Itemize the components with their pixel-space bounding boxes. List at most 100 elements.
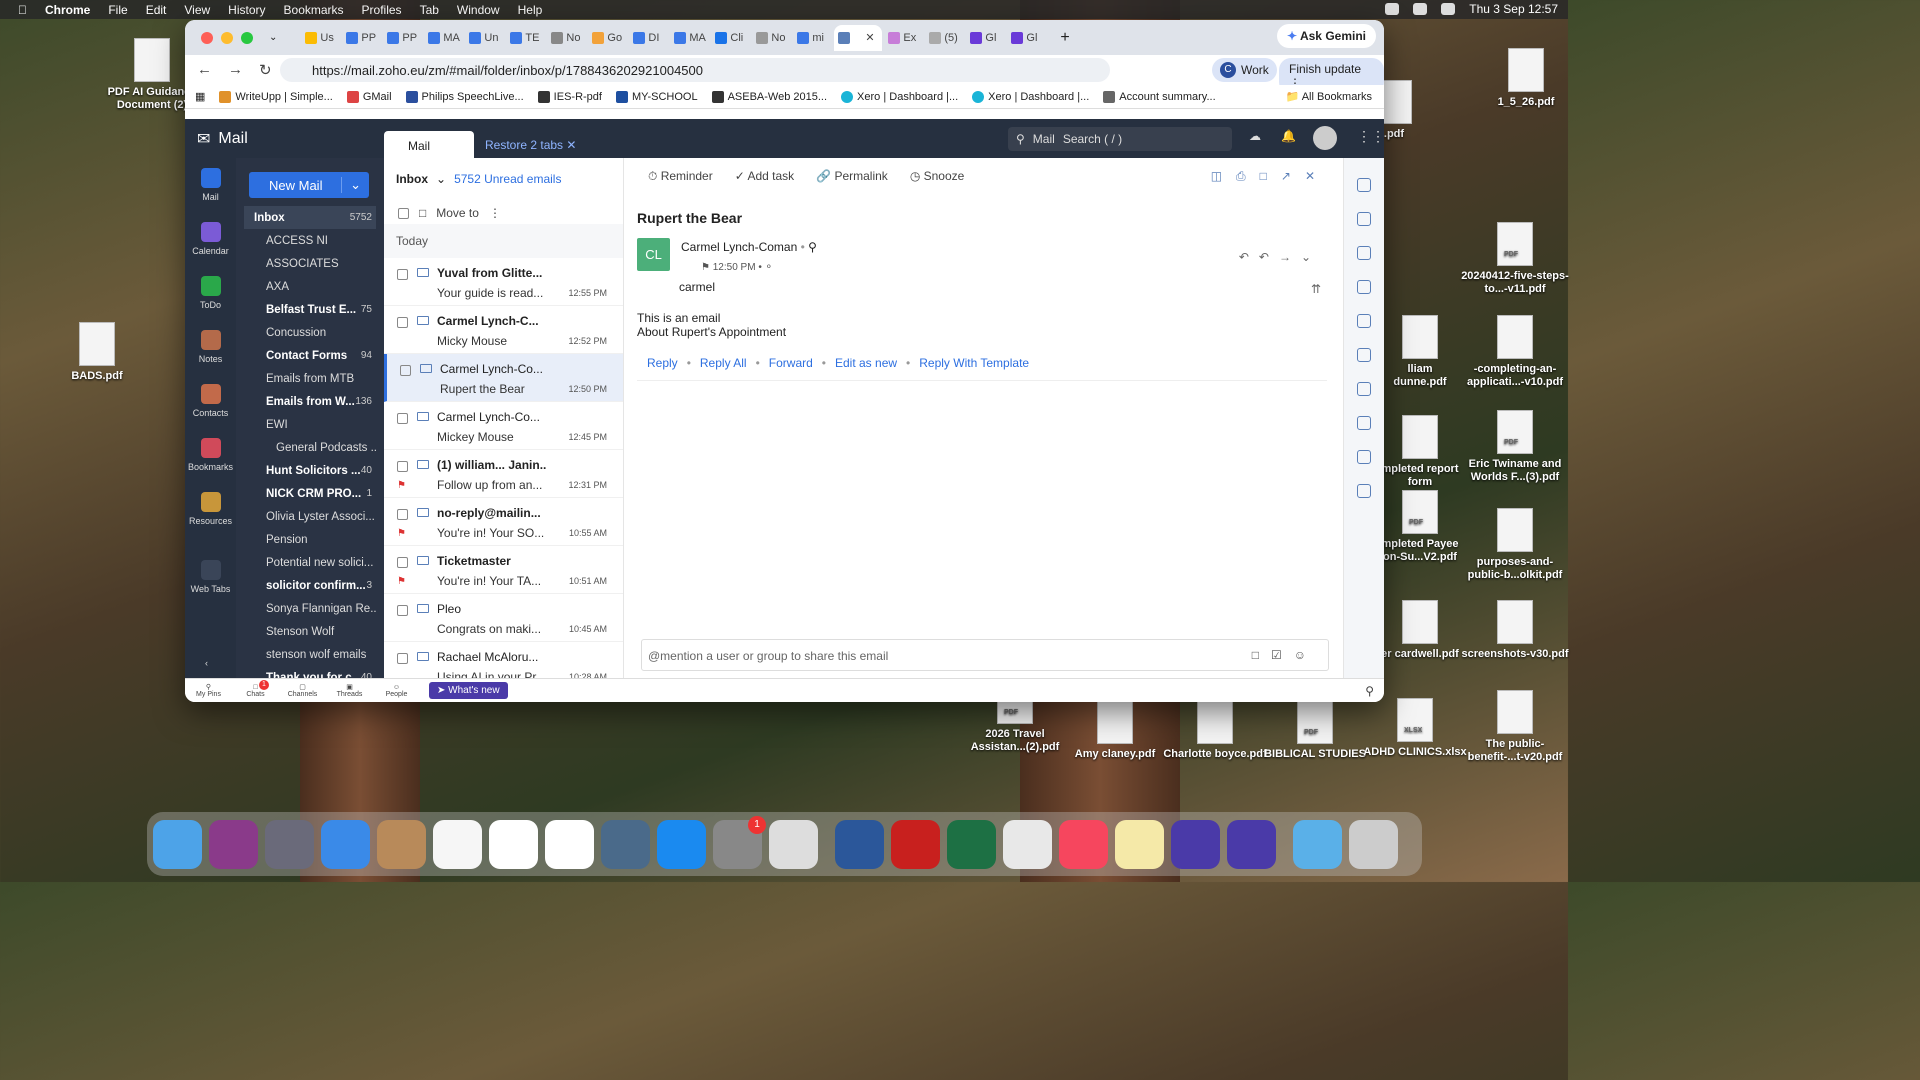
folder-item[interactable]: ACCESS NI	[244, 229, 376, 252]
list-item[interactable]: ⚑ (1) william... Janin... Follow up from a…	[384, 450, 623, 498]
chrome-icon[interactable]	[1003, 819, 1052, 869]
folder-item[interactable]: Contact Forms 94	[244, 344, 376, 367]
menu-edit[interactable]: Edit	[146, 3, 167, 17]
ask-gemini-button[interactable]: ✦ Ask Gemini	[1277, 24, 1376, 48]
menu-profiles[interactable]: Profiles	[362, 3, 402, 17]
address-bar[interactable]: https://mail.zoho.eu/zm/#mail/folder/inb…	[280, 58, 1110, 82]
app-grid-icon[interactable]: ⋮⋮⋮	[1357, 128, 1384, 145]
excel-icon[interactable]	[947, 819, 996, 869]
edit-as-new-link[interactable]: Edit as new	[835, 356, 897, 370]
desktop-file[interactable]: Amy claney.pdf	[1060, 700, 1170, 761]
music-icon[interactable]	[1059, 819, 1108, 869]
preview-icon[interactable]	[601, 819, 650, 869]
rail-notes[interactable]: Notes	[185, 330, 236, 374]
extension-icon[interactable]	[1357, 212, 1371, 226]
snooze-button[interactable]: ◷ Snooze	[910, 169, 965, 183]
search-icon[interactable]: ⚲	[808, 240, 817, 254]
launchpad-icon[interactable]	[265, 819, 314, 869]
permalink-button[interactable]: 🔗 Permalink	[816, 169, 888, 183]
desktop-file[interactable]: PDF BIBLICAL STUDIES	[1260, 700, 1370, 761]
browser-tab[interactable]: Go	[588, 25, 627, 51]
maximize-window-button[interactable]	[241, 31, 253, 44]
list-item[interactable]: Carmel Lynch-C... Micky Mouse 12:52 PM	[384, 306, 623, 354]
tab-mail[interactable]: Mail	[384, 131, 474, 158]
mention-input[interactable]: @mention a user or group to share this e…	[641, 639, 1329, 671]
rail-resources[interactable]: Resources	[185, 492, 236, 536]
bookmark-item[interactable]: Philips SpeechLive...	[405, 90, 524, 103]
list-item[interactable]: Rachael McAloru... Using AI in your Pr...…	[384, 642, 623, 678]
flag-icon[interactable]: ⚑	[701, 262, 710, 273]
collapse-icon[interactable]: ‹	[205, 658, 208, 668]
browser-tab[interactable]: Gl	[966, 25, 1005, 51]
new-mail-button[interactable]: New Mail ⌄	[249, 172, 369, 198]
chevron-down-icon[interactable]: ⌄	[436, 172, 446, 188]
avatar[interactable]	[1313, 126, 1337, 150]
close-tab-icon[interactable]: ✕	[865, 31, 874, 44]
siri-icon[interactable]	[209, 819, 258, 869]
menu-app-name[interactable]: Chrome	[45, 3, 90, 17]
profile-button[interactable]: C Work	[1212, 58, 1277, 82]
browser-tab[interactable]: Un	[465, 25, 504, 51]
word-icon[interactable]	[835, 819, 884, 869]
folder-item[interactable]: AXA	[244, 275, 376, 298]
app-icon[interactable]	[1115, 819, 1164, 869]
apps-grid-icon[interactable]: ▦	[195, 90, 205, 103]
app-icon[interactable]	[545, 819, 594, 869]
bookmark-item[interactable]: Xero | Dashboard |...	[972, 90, 1089, 103]
select-all-checkbox[interactable]	[398, 207, 409, 219]
folder-item[interactable]: Emails from MTB	[244, 367, 376, 390]
browser-tab[interactable]: Cli	[711, 25, 750, 51]
share-icon[interactable]: ⇈	[1311, 282, 1321, 296]
row-checkbox[interactable]	[397, 605, 408, 616]
sender-avatar[interactable]: CL	[637, 238, 670, 271]
bookmark-item[interactable]: GMail	[346, 90, 392, 103]
rail-contacts[interactable]: Contacts	[185, 384, 236, 428]
notes-icon[interactable]	[1357, 382, 1371, 396]
widget-icon[interactable]	[1357, 280, 1371, 294]
move-to-button[interactable]: Move to	[436, 206, 479, 220]
list-item[interactable]: Carmel Lynch-Co... Mickey Mouse 12:45 PM	[384, 402, 623, 450]
rail-mail[interactable]: Mail	[185, 168, 236, 212]
desktop-file[interactable]: The public-benefit-...t-v20.pdf	[1460, 690, 1570, 764]
list-item[interactable]: ⚑ Ticketmaster You're in! Your TA... 10:51 …	[384, 546, 623, 594]
my-pins-button[interactable]: ⚲ My Pins	[185, 683, 232, 698]
zoho-mail-logo[interactable]: ✉ Mail	[197, 129, 248, 149]
folder-item[interactable]: Sonya Flannigan Re...	[244, 597, 376, 620]
freeform-icon[interactable]	[489, 819, 538, 869]
menu-view[interactable]: View	[184, 3, 210, 17]
wifi-icon[interactable]	[1413, 3, 1428, 15]
contacts-icon[interactable]	[377, 819, 426, 869]
browser-tab[interactable]: Gl	[1007, 25, 1046, 51]
apple-icon[interactable]: 	[18, 3, 27, 17]
bookmark-item[interactable]: ASEBA-Web 2015...	[711, 90, 827, 103]
cloud-sync-icon[interactable]: ☁	[1249, 129, 1261, 143]
desktop-file[interactable]: lliam dunne.pdf	[1380, 315, 1460, 389]
browser-tab[interactable]: Ex	[884, 25, 923, 51]
folder-item[interactable]: ASSOCIATES	[244, 252, 376, 275]
folder-item[interactable]: NICK CRM PRO... 1	[244, 482, 376, 505]
menubar-clock[interactable]: Thu 3 Sep 12:57	[1469, 2, 1558, 16]
desktop-file[interactable]: er cardwell.pdf	[1380, 600, 1460, 661]
grammarly-icon[interactable]	[1171, 819, 1220, 869]
unread-count-link[interactable]: 5752 Unread emails	[454, 172, 561, 188]
sender-name[interactable]: Carmel Lynch-Coman • ⚲	[681, 240, 817, 254]
desktop-file[interactable]: screenshots-v30.pdf	[1460, 600, 1570, 661]
trash-icon[interactable]	[1349, 819, 1398, 869]
browser-tab[interactable]: TE	[506, 25, 545, 51]
applications-folder-icon[interactable]	[1293, 819, 1342, 869]
row-checkbox[interactable]	[397, 653, 408, 664]
safari-icon[interactable]	[321, 819, 370, 869]
desktop-file[interactable]: PDF mpleted Payee on-Su...V2.pdf	[1380, 490, 1460, 564]
bookmark-item[interactable]: WriteUpp | Simple...	[219, 90, 333, 103]
row-checkbox[interactable]	[397, 413, 408, 424]
browser-tab[interactable]: PP	[342, 25, 381, 51]
close-icon[interactable]: ✕	[566, 138, 576, 152]
recipient[interactable]: carmel	[679, 280, 715, 294]
acrobat-icon[interactable]	[891, 819, 940, 869]
chat-icon[interactable]	[1357, 484, 1371, 498]
menu-history[interactable]: History	[228, 3, 265, 17]
row-checkbox[interactable]	[397, 269, 408, 280]
browser-tab[interactable]: PP	[383, 25, 422, 51]
desktop-file[interactable]: -completing-an-applicati...-v10.pdf	[1460, 315, 1570, 389]
forward-link[interactable]: Forward	[769, 356, 813, 370]
